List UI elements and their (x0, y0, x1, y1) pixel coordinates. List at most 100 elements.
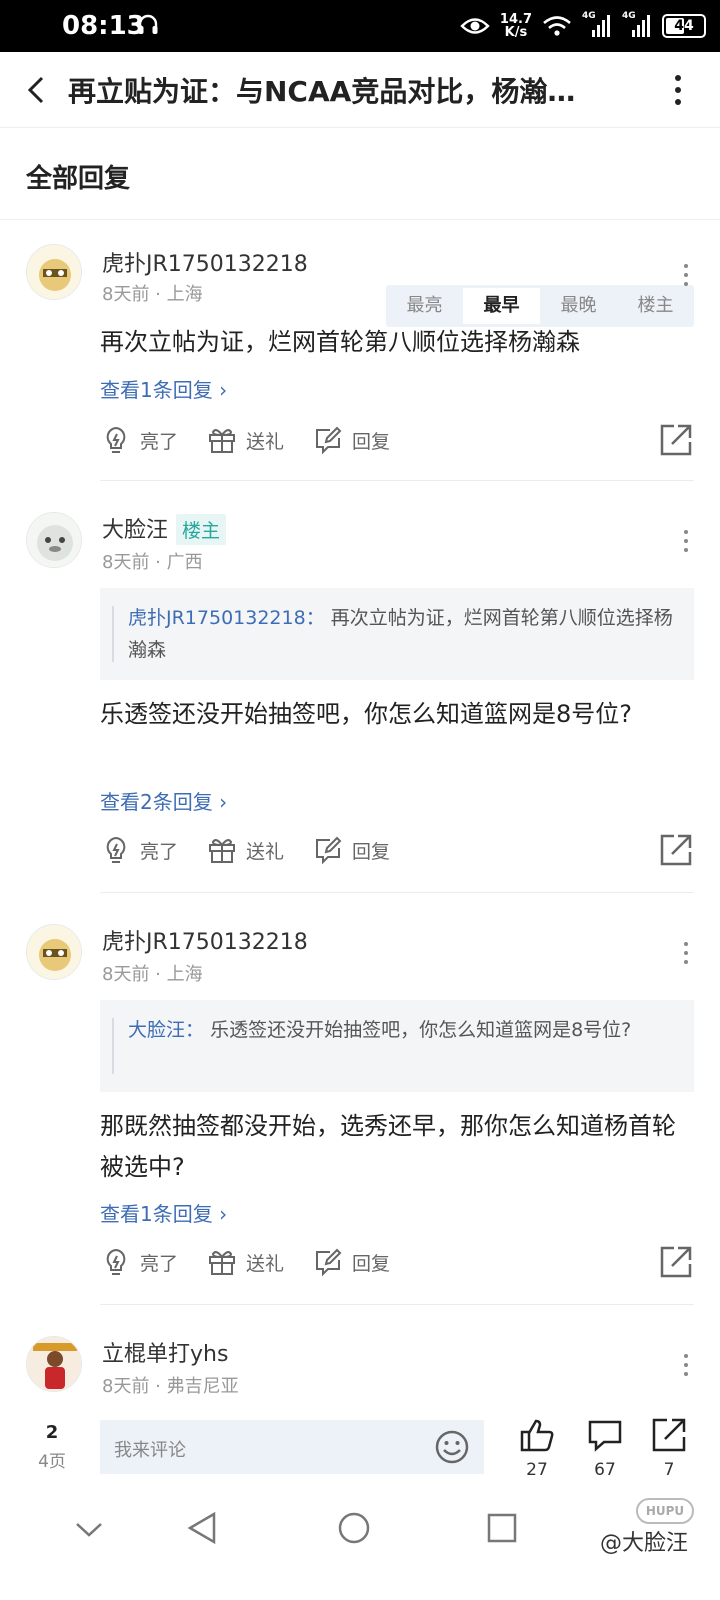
comment-item: 大脸汪 楼主 8天前 · 广西 虎扑JR1750132218： 再次立帖为证，烂网… (0, 482, 720, 894)
comment-time: 8天前 (102, 552, 150, 573)
gift-label: 送礼 (246, 430, 285, 453)
comment-time: 8天前 (102, 964, 150, 985)
comment-more-icon[interactable] (680, 940, 692, 966)
avatar[interactable] (26, 512, 82, 568)
quoted-reply[interactable]: 虎扑JR1750132218： 再次立帖为证，烂网首轮第八顺位选择杨瀚森 (100, 588, 694, 680)
current-page: 2 (45, 1422, 59, 1443)
comment-text: 乐透签还没开始抽签吧，你怎么知道篮网是8号位? (100, 700, 633, 728)
comment-time: 8天前 (102, 1376, 150, 1397)
view-replies-link[interactable]: 查看2条回复 › (100, 786, 227, 815)
light-label: 亮了 (140, 840, 179, 863)
like-count: 27 (526, 1460, 548, 1480)
op-badge: 楼主 (176, 514, 227, 545)
comment-meta: 8天前 · 弗吉尼亚 (102, 1376, 239, 1397)
reply-label: 回复 (352, 840, 391, 863)
comment-bubble-icon (588, 1420, 622, 1452)
nav-back-icon[interactable] (184, 1510, 220, 1546)
comment-username[interactable]: 立棍单打yhs (102, 1336, 228, 1368)
comment-more-icon[interactable] (680, 1352, 692, 1378)
emoji-icon[interactable] (434, 1429, 470, 1465)
reply-label: 回复 (352, 430, 391, 453)
battery-icon: 44 (662, 14, 706, 38)
comment-actions: 亮了 送礼 回复 (100, 830, 694, 870)
light-button[interactable]: 亮了 (100, 1242, 178, 1282)
watermark-text: @大脸汪 (600, 1531, 689, 1556)
comment-input-placeholder: 我来评论 (114, 1440, 186, 1461)
comment-item: 虎扑JR1750132218 8天前 · 上海 再次立帖为证，烂网首轮第八顺位选… (0, 222, 720, 482)
comment-text: 再次立帖为证，烂网首轮第八顺位选择杨瀚森 (100, 328, 580, 356)
view-replies-label: 查看2条回复 (100, 790, 213, 814)
share-icon[interactable] (658, 1244, 694, 1280)
reply-button[interactable]: 回复 (312, 1242, 390, 1282)
battery-level: 44 (674, 18, 694, 34)
nav-home-icon[interactable] (336, 1510, 372, 1546)
comment-username[interactable]: 虎扑JR1750132218 (102, 246, 308, 278)
page-indicator[interactable]: 2 4页 (30, 1422, 74, 1472)
status-right: 14.7 K/s 4G 4G 44 (460, 8, 706, 44)
comment-count: 67 (594, 1460, 616, 1480)
comment-location: 广西 (166, 552, 203, 573)
comment-time: 8天前 (102, 284, 150, 305)
light-label: 亮了 (140, 430, 179, 453)
share-icon[interactable] (658, 422, 694, 458)
comment-item: 虎扑JR1750132218 8天前 · 上海 大脸汪： 乐透签还没开始抽签吧，… (0, 894, 720, 1306)
nav-collapse-icon[interactable] (74, 1520, 104, 1540)
reply-edit-icon (316, 836, 342, 865)
reply-edit-icon (316, 1248, 342, 1277)
comment-username[interactable]: 虎扑JR1750132218 (102, 924, 308, 956)
back-arrow-icon[interactable] (22, 72, 52, 108)
comments-button[interactable]: 67 (580, 1416, 630, 1480)
view-replies-link[interactable]: 查看1条回复 › (100, 374, 227, 403)
status-bar: 08:13 14.7 K/s 4G 4G 44 (0, 0, 720, 52)
share-icon[interactable] (658, 832, 694, 868)
headphones-icon (138, 14, 158, 34)
more-options-icon[interactable] (664, 70, 692, 110)
comment-location: 上海 (166, 284, 203, 305)
share-button[interactable]: 7 (644, 1416, 694, 1480)
gift-icon (209, 429, 235, 453)
comment-username[interactable]: 大脸汪 楼主 (102, 512, 227, 545)
nav-recents-icon[interactable] (486, 1512, 518, 1544)
comment-actions: 亮了 送礼 回复 (100, 1242, 694, 1282)
gift-button[interactable]: 送礼 (206, 830, 284, 870)
gift-button[interactable]: 送礼 (206, 420, 284, 460)
view-replies-link[interactable]: 查看1条回复 › (100, 1198, 227, 1227)
view-replies-label: 查看1条回复 (100, 378, 213, 402)
view-replies-label: 查看1条回复 (100, 1202, 213, 1226)
wifi-icon (543, 16, 571, 36)
comment-location: 弗吉尼亚 (166, 1376, 239, 1397)
share-count: 7 (663, 1460, 675, 1480)
reply-button[interactable]: 回复 (312, 420, 390, 460)
comment-more-icon[interactable] (680, 262, 692, 288)
lightbulb-icon (106, 836, 126, 863)
signal-icon-1: 4G (582, 11, 612, 39)
comment-more-icon[interactable] (680, 528, 692, 554)
lightbulb-icon (106, 426, 126, 453)
thumbs-up-icon (520, 1419, 554, 1452)
light-button[interactable]: 亮了 (100, 830, 178, 870)
signal-icon-2: 4G (622, 11, 652, 39)
light-button[interactable]: 亮了 (100, 420, 178, 460)
lightbulb-icon (106, 1248, 126, 1275)
gift-button[interactable]: 送礼 (206, 1242, 284, 1282)
comment-meta: 8天前 · 广西 (102, 552, 203, 573)
avatar[interactable] (26, 244, 82, 300)
avatar[interactable] (26, 924, 82, 980)
page-title: 再立贴为证：与NCAA竞品对比，杨瀚… (68, 75, 576, 108)
status-time: 08:13 (62, 11, 145, 41)
gift-icon (209, 1251, 235, 1275)
quoted-reply[interactable]: 大脸汪： 乐透签还没开始抽签吧，你怎么知道篮网是8号位? (100, 1000, 694, 1092)
net-speed-unit: K/s (504, 25, 528, 40)
quoted-username: 大脸汪 (128, 1019, 186, 1041)
bottom-comment-bar: 2 4页 我来评论 27 67 7 (0, 1410, 720, 1500)
comment-input[interactable]: 我来评论 (100, 1420, 484, 1474)
title-bar: 再立贴为证：与NCAA竞品对比，杨瀚… (0, 52, 720, 128)
replies-header: 全部回复 最亮 最早 最晚 楼主 (0, 130, 720, 327)
reply-button[interactable]: 回复 (312, 830, 390, 870)
avatar[interactable] (26, 1336, 82, 1392)
comment-divider (100, 892, 694, 893)
comment-divider (100, 1304, 694, 1305)
comment-divider (100, 480, 694, 481)
like-button[interactable]: 27 (512, 1416, 562, 1480)
reply-edit-icon (316, 426, 342, 455)
